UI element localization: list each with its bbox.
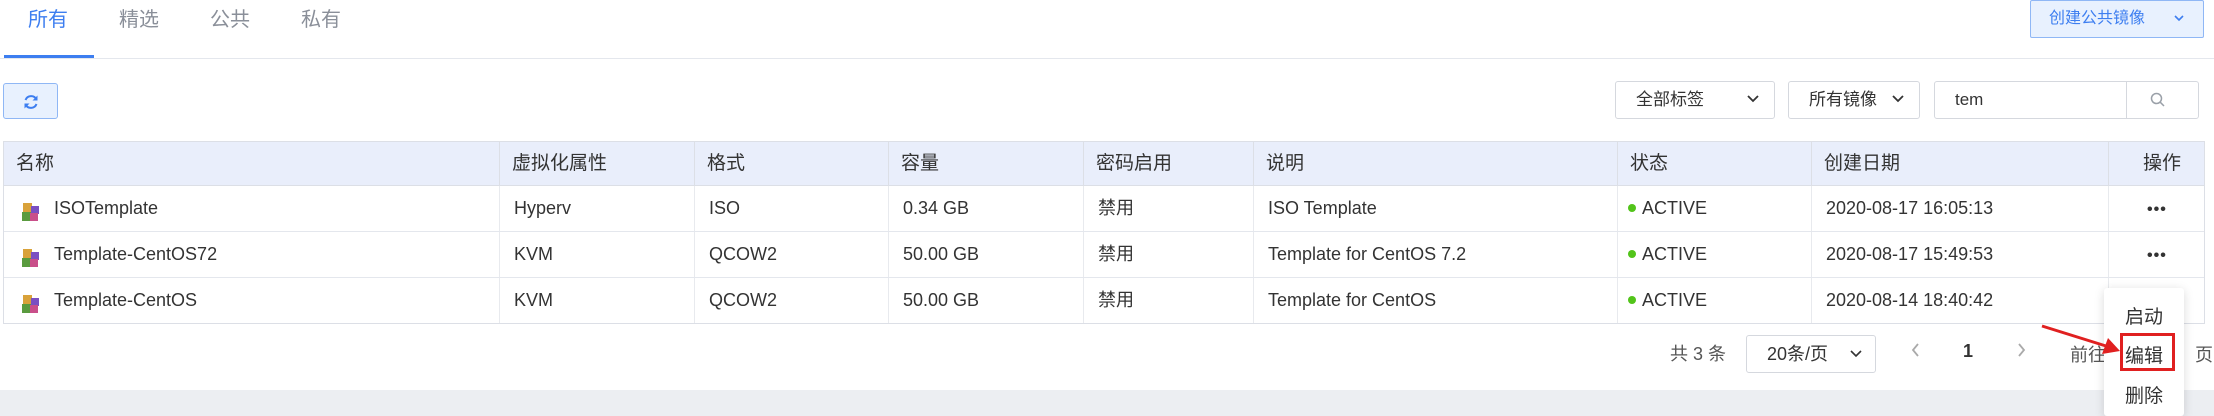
prev-page-icon[interactable] <box>1910 340 1922 366</box>
refresh-button[interactable] <box>3 83 58 119</box>
pagination-total: 共 3 条 <box>1670 344 1727 364</box>
page-size-value: 20条/页 <box>1767 344 1829 364</box>
image-name: Template-CentOS <box>54 290 198 310</box>
status-badge: ACTIVE <box>1642 198 1708 218</box>
tab-featured[interactable]: 精选 <box>119 6 159 46</box>
cell-created: 2020-08-14 18:40:42 <box>1811 278 2108 323</box>
table-row[interactable]: ISOTemplate Hyperv ISO 0.34 GB 禁用 ISO Te… <box>4 186 2204 232</box>
cell-virt: Hyperv <box>499 186 694 231</box>
image-filter-select[interactable]: 所有镜像 <box>1788 81 1920 119</box>
create-button-label: 创建公共镜像 <box>2049 10 2146 27</box>
images-table: 名称 虚拟化属性 格式 容量 密码启用 说明 状态 创建日期 操作 ISOTem… <box>3 141 2205 324</box>
image-icon <box>20 195 42 222</box>
image-icon <box>20 287 42 314</box>
image-filter-value: 所有镜像 <box>1809 90 1877 109</box>
create-public-image-button[interactable]: 创建公共镜像 <box>2030 0 2204 38</box>
cell-description: ISO Template <box>1253 186 1617 231</box>
image-icon <box>20 241 42 268</box>
tag-filter-select[interactable]: 全部标签 <box>1615 81 1775 119</box>
main-card: 所有 精选 公共 私有 创建公共镜像 全部标签 所有镜像 tem 名称 虚拟化属… <box>0 0 2214 390</box>
status-badge: ACTIVE <box>1642 290 1708 310</box>
status-active-dot <box>1628 296 1636 305</box>
goto-page-suffix: 页 <box>2195 345 2213 365</box>
cell-actions: ••• <box>2108 232 2204 277</box>
status-active-dot <box>1628 204 1636 213</box>
menu-item-delete[interactable]: 删除 <box>2104 381 2184 408</box>
cell-virt: KVM <box>499 232 694 277</box>
current-page[interactable]: 1 <box>1963 341 1973 362</box>
table-row[interactable]: Template-CentOS KVM QCOW2 50.00 GB 禁用 Te… <box>4 278 2204 323</box>
column-header-status: 状态 <box>1617 142 1811 185</box>
image-name: Template-CentOS72 <box>54 244 218 264</box>
status-active-dot <box>1628 250 1636 259</box>
cell-password: 禁用 <box>1083 232 1253 277</box>
column-header-virt: 虚拟化属性 <box>499 142 694 185</box>
active-tab-indicator <box>4 55 94 58</box>
tab-all[interactable]: 所有 <box>28 6 68 46</box>
next-page-icon[interactable] <box>2015 340 2027 366</box>
chevron-down-icon <box>1746 82 1760 131</box>
column-header-name: 名称 <box>16 153 55 174</box>
annotation-arrow-icon <box>2041 324 2120 354</box>
refresh-icon <box>24 95 38 109</box>
cell-password: 禁用 <box>1083 186 1253 231</box>
cell-format: ISO <box>694 186 888 231</box>
cell-status: ACTIVE <box>1617 232 1811 277</box>
chevron-down-icon <box>1891 82 1905 131</box>
edit-highlight-box <box>2120 333 2175 371</box>
status-badge: ACTIVE <box>1642 244 1708 264</box>
column-header-size: 容量 <box>888 142 1083 185</box>
cell-name: Template-CentOS <box>4 278 499 323</box>
tab-public[interactable]: 公共 <box>210 6 250 46</box>
cell-status: ACTIVE <box>1617 186 1811 231</box>
cell-format: QCOW2 <box>694 278 888 323</box>
cell-actions: ••• <box>2108 186 2204 231</box>
cell-size: 50.00 GB <box>888 278 1083 323</box>
chevron-down-icon <box>1849 336 1863 384</box>
tag-filter-value: 全部标签 <box>1636 90 1704 109</box>
column-header-description: 说明 <box>1253 142 1617 185</box>
cell-name: Template-CentOS72 <box>4 232 499 277</box>
cell-created: 2020-08-17 16:05:13 <box>1811 186 2108 231</box>
column-header-format: 格式 <box>694 142 888 185</box>
table-header: 名称 虚拟化属性 格式 容量 密码启用 说明 状态 创建日期 操作 <box>4 142 2204 186</box>
cell-created: 2020-08-17 15:49:53 <box>1811 232 2108 277</box>
cell-status: ACTIVE <box>1617 278 1811 323</box>
tab-private[interactable]: 私有 <box>301 6 341 46</box>
cell-format: QCOW2 <box>694 232 888 277</box>
cell-description: Template for CentOS 7.2 <box>1253 232 1617 277</box>
more-actions-icon[interactable]: ••• <box>2147 201 2167 218</box>
cell-password: 禁用 <box>1083 278 1253 323</box>
page-size-select[interactable]: 20条/页 <box>1746 335 1876 373</box>
cell-description: Template for CentOS <box>1253 278 1617 323</box>
search-input[interactable] <box>1935 82 2127 118</box>
more-actions-icon[interactable]: ••• <box>2147 247 2167 264</box>
cell-virt: KVM <box>499 278 694 323</box>
tab-bar: 所有 精选 公共 私有 创建公共镜像 <box>0 0 2214 59</box>
image-name: ISOTemplate <box>54 198 159 218</box>
cell-size: 0.34 GB <box>888 186 1083 231</box>
search-box <box>1934 81 2199 119</box>
table-row[interactable]: Template-CentOS72 KVM QCOW2 50.00 GB 禁用 … <box>4 232 2204 278</box>
search-icon[interactable] <box>2149 91 2167 114</box>
cell-name: ISOTemplate <box>4 186 499 231</box>
column-header-password: 密码启用 <box>1083 142 1253 185</box>
cell-size: 50.00 GB <box>888 232 1083 277</box>
column-header-actions: 操作 <box>2108 142 2204 185</box>
column-header-created: 创建日期 <box>1811 142 2108 185</box>
chevron-down-icon <box>2173 1 2185 50</box>
